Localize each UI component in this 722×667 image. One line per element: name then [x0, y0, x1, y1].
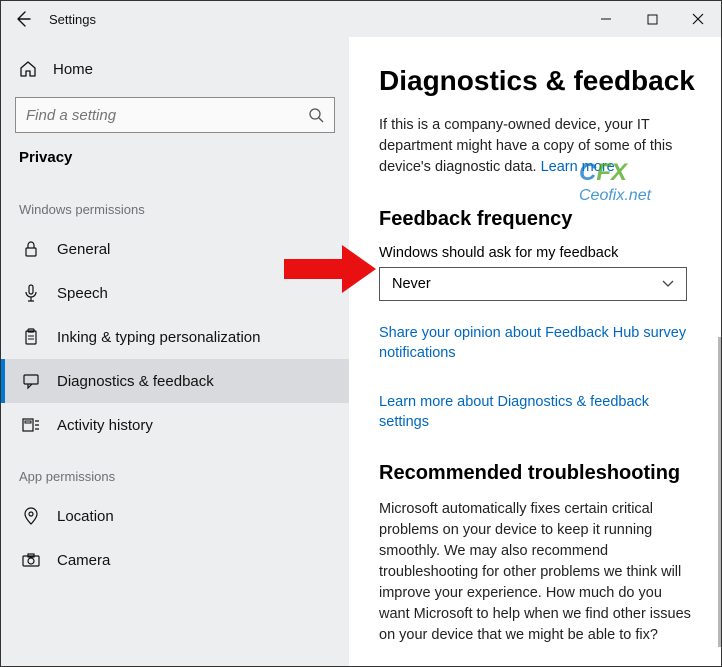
sidebar: Home Privacy Windows permissions General…: [1, 37, 349, 666]
group-app-permissions: App permissions: [1, 447, 349, 494]
category-title: Privacy: [1, 143, 349, 180]
minimize-icon: [600, 13, 612, 25]
page-title: Diagnostics & feedback: [379, 65, 695, 97]
camera-icon: [21, 550, 41, 570]
feedback-dropdown[interactable]: Never: [379, 267, 687, 301]
feedback-frequency-heading: Feedback frequency: [379, 208, 695, 231]
share-opinion-link[interactable]: Share your opinion about Feedback Hub su…: [379, 323, 695, 364]
home-label: Home: [53, 61, 93, 78]
intro-paragraph: If this is a company-owned device, your …: [379, 115, 695, 178]
close-icon: [692, 13, 704, 25]
nav-item-activity[interactable]: Activity history: [1, 403, 349, 447]
main-container: Home Privacy Windows permissions General…: [1, 37, 721, 666]
search-input[interactable]: [26, 107, 308, 124]
chevron-down-icon: [662, 280, 674, 288]
nav-label: Diagnostics & feedback: [57, 373, 214, 390]
troubleshoot-heading: Recommended troubleshooting: [379, 462, 695, 485]
lock-icon: [21, 239, 41, 259]
feedback-icon: [21, 371, 41, 391]
nav-item-diagnostics[interactable]: Diagnostics & feedback: [1, 359, 349, 403]
window-title: Settings: [49, 12, 96, 27]
search-icon: [308, 107, 324, 123]
group-windows-permissions: Windows permissions: [1, 180, 349, 227]
scrollbar[interactable]: [718, 337, 721, 647]
dropdown-value: Never: [392, 276, 431, 292]
activity-icon: [21, 415, 41, 435]
nav-item-location[interactable]: Location: [1, 494, 349, 538]
intro-text: If this is a company-owned device, your …: [379, 117, 672, 175]
home-icon: [19, 60, 37, 78]
back-button[interactable]: [1, 1, 45, 37]
nav-item-speech[interactable]: Speech: [1, 271, 349, 315]
window-controls: [583, 1, 721, 37]
feedback-label: Windows should ask for my feedback: [379, 245, 695, 261]
maximize-icon: [647, 14, 658, 25]
location-icon: [21, 506, 41, 526]
close-button[interactable]: [675, 1, 721, 37]
learn-more-settings-link[interactable]: Learn more about Diagnostics & feedback …: [379, 392, 695, 433]
nav-label: Inking & typing personalization: [57, 329, 260, 346]
search-box[interactable]: [15, 97, 335, 133]
clipboard-icon: [21, 327, 41, 347]
nav-label: Location: [57, 508, 114, 525]
home-nav[interactable]: Home: [1, 47, 349, 91]
minimize-button[interactable]: [583, 1, 629, 37]
nav-label: Activity history: [57, 417, 153, 434]
arrow-left-icon: [14, 10, 32, 28]
nav-item-camera[interactable]: Camera: [1, 538, 349, 582]
nav-item-general[interactable]: General: [1, 227, 349, 271]
content-pane: Diagnostics & feedback If this is a comp…: [349, 37, 721, 666]
nav-label: Speech: [57, 285, 108, 302]
microphone-icon: [21, 283, 41, 303]
maximize-button[interactable]: [629, 1, 675, 37]
titlebar: Settings: [1, 1, 721, 37]
troubleshoot-text: Microsoft automatically fixes certain cr…: [379, 499, 695, 646]
nav-label: Camera: [57, 552, 110, 569]
learn-more-link[interactable]: Learn more: [541, 159, 615, 175]
nav-item-inking[interactable]: Inking & typing personalization: [1, 315, 349, 359]
nav-label: General: [57, 241, 110, 258]
